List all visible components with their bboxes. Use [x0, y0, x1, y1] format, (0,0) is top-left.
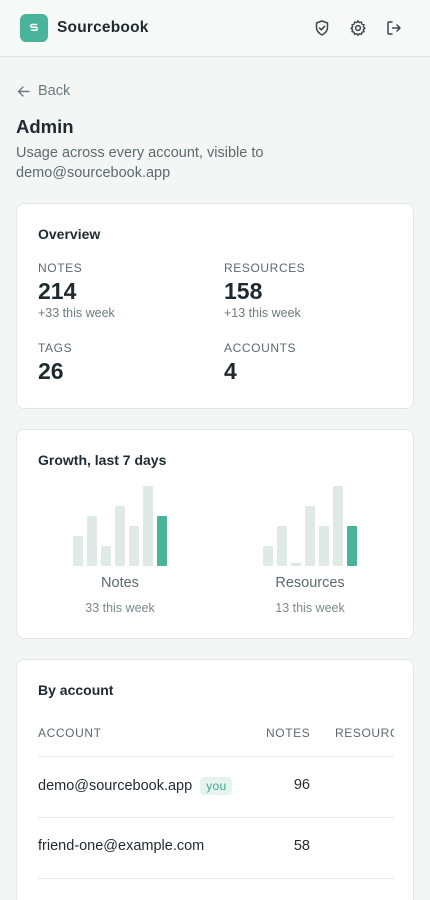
account-cell: demo@sourcebook.app you — [38, 777, 233, 795]
chart-bar — [101, 546, 111, 566]
chart-bar — [115, 506, 125, 566]
you-badge: you — [200, 777, 233, 795]
chart-bar — [347, 526, 357, 566]
overview-title: Overview — [38, 226, 101, 242]
page-title: Admin — [16, 116, 74, 137]
chart-bar — [73, 536, 83, 566]
back-label: Back — [38, 83, 71, 99]
page-subtitle: Usage across every account, visible to d… — [16, 145, 264, 181]
chart-label: Notes — [101, 575, 139, 591]
chart-subtitle: 33 this week — [85, 601, 155, 615]
column-header-notes[interactable]: NOTES — [266, 726, 310, 740]
by-account-title: By account — [38, 682, 114, 698]
chart-bar — [143, 486, 153, 566]
chart-bar — [157, 516, 167, 566]
stat-label: NOTES — [38, 261, 83, 275]
stat-value: 4 — [224, 358, 237, 384]
chart-bar — [319, 526, 329, 566]
stat-tags: TAGS 26 — [38, 341, 72, 385]
table-row[interactable] — [38, 878, 394, 900]
by-account-card: By account ACCOUNT NOTES RESOURCES demo@… — [16, 659, 414, 900]
account-cell: friend-one@example.com — [38, 838, 204, 854]
table-row[interactable]: friend-one@example.com 58 — [38, 817, 394, 878]
accounts-table[interactable]: ACCOUNT NOTES RESOURCES demo@sourcebook.… — [38, 710, 394, 900]
app-title[interactable]: Sourcebook — [57, 19, 149, 37]
back-link[interactable]: Back — [16, 82, 70, 100]
growth-card: Growth, last 7 days Notes 33 this week R… — [16, 429, 414, 639]
stat-accounts: ACCOUNTS 4 — [224, 341, 296, 385]
chart-bar — [263, 546, 273, 566]
stat-label: RESOURCES — [224, 261, 306, 275]
resources-chart: Resources 13 this week — [215, 482, 405, 615]
notes-count: 96 — [293, 777, 310, 793]
shield-icon[interactable] — [313, 19, 331, 37]
top-bar: Sourcebook — [0, 0, 430, 57]
chart-bar — [277, 526, 287, 566]
stat-value: 26 — [38, 358, 64, 384]
stat-value: 158 — [224, 278, 263, 304]
column-header-account[interactable]: ACCOUNT — [38, 726, 102, 740]
stat-value: 214 — [38, 278, 77, 304]
app-logo-icon[interactable] — [20, 14, 48, 42]
chart-bar — [291, 563, 301, 566]
stat-notes: NOTES 214 +33 this week — [38, 261, 115, 320]
stat-label: ACCOUNTS — [224, 341, 297, 355]
column-header-resources[interactable]: RESOURCES — [335, 726, 394, 740]
chart-subtitle: 13 this week — [275, 601, 345, 615]
stat-delta: +33 this week — [38, 306, 115, 320]
chart-bar — [305, 506, 315, 566]
stat-label: TAGS — [38, 341, 73, 355]
chart-bar — [129, 526, 139, 566]
table-row[interactable]: demo@sourcebook.app you 96 — [38, 756, 394, 817]
arrow-left-icon — [17, 85, 30, 97]
chart-label: Resources — [275, 575, 345, 591]
notes-count: 58 — [293, 838, 310, 854]
account-email: demo@sourcebook.app — [38, 778, 193, 794]
logout-icon[interactable] — [385, 19, 403, 37]
growth-title: Growth, last 7 days — [38, 452, 167, 468]
gear-icon[interactable] — [349, 19, 367, 37]
account-email: friend-one@example.com — [38, 838, 205, 854]
notes-bar-chart — [73, 486, 167, 566]
resources-bar-chart — [263, 486, 357, 566]
stat-delta: +13 this week — [224, 306, 301, 320]
chart-bar — [87, 516, 97, 566]
overview-card: Overview NOTES 214 +33 this week RESOURC… — [16, 203, 414, 409]
notes-chart: Notes 33 this week — [25, 482, 215, 615]
stat-resources: RESOURCES 158 +13 this week — [224, 261, 305, 320]
chart-bar — [333, 486, 343, 566]
